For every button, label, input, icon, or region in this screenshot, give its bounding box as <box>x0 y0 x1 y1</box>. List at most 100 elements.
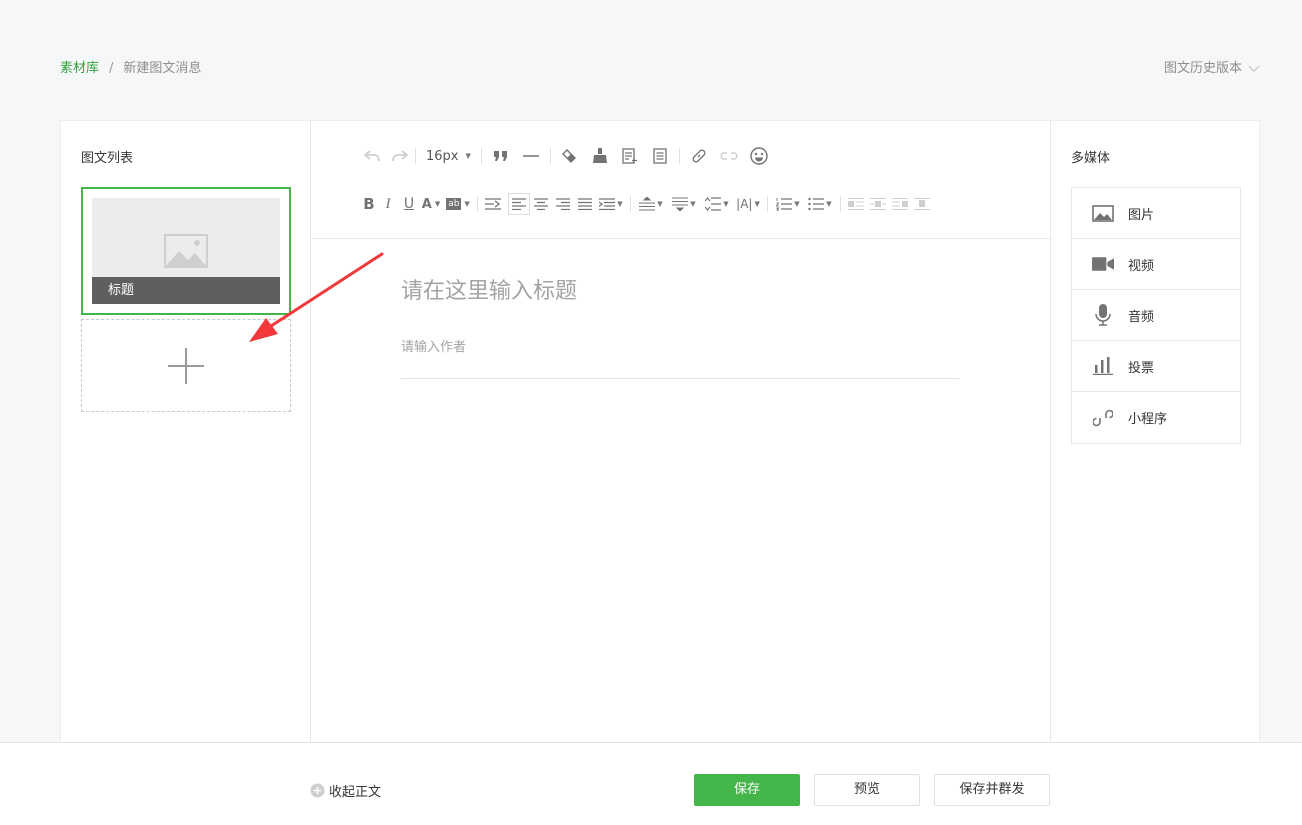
collapse-body-toggle[interactable]: 收起正文 <box>310 781 381 800</box>
letter-spacing-icon[interactable]: |A| ▼ <box>733 193 763 215</box>
article-list-title: 图文列表 <box>81 151 134 166</box>
redo-icon[interactable] <box>389 145 411 167</box>
save-and-send-button[interactable]: 保存并群发 <box>934 774 1050 806</box>
document-icon[interactable] <box>649 145 671 167</box>
media-list: 图片 视频 音频 投票 小程序 <box>1071 187 1241 444</box>
article-title-input[interactable]: 请在这里输入标题 <box>401 273 577 305</box>
line-height-icon[interactable]: ▼ <box>701 193 733 215</box>
unordered-list-icon[interactable]: ▼ <box>804 193 836 215</box>
breadcrumb-library-link[interactable]: 素材库 <box>60 60 99 78</box>
image-icon <box>1092 204 1114 222</box>
background-color-icon[interactable]: ab ▼ <box>443 193 473 215</box>
breadcrumb-current: 新建图文消息 <box>123 61 202 76</box>
history-versions-dropdown[interactable]: 图文历史版本 <box>1164 60 1260 78</box>
history-label: 图文历史版本 <box>1163 61 1242 76</box>
toolbar-divider <box>480 148 482 164</box>
caret-down-icon: ▼ <box>794 200 800 208</box>
image-placeholder-icon <box>164 234 208 268</box>
link-icon[interactable] <box>688 145 710 167</box>
toolbar-row-1: 16px ▼ <box>361 145 774 167</box>
caret-down-icon: ▼ <box>464 200 470 208</box>
article-list-panel: 图文列表 标题 <box>61 121 311 742</box>
caret-down-icon: ▼ <box>465 152 471 160</box>
toolbar-row-2: B I U A ▼ ab ▼ ▼ ▼ ▼ ▼ |A| ▼ ▼ ▼ <box>361 193 933 215</box>
underline-icon[interactable]: U <box>399 193 419 215</box>
breadcrumb-separator: / <box>109 61 114 76</box>
editor-panel: 图文列表 标题 16px ▼ B I U A ▼ ab ▼ ▼ ▼ ▼ ▼ |A… <box>60 120 1260 742</box>
article-card-caption: 标题 <box>92 277 280 304</box>
toolbar-divider <box>549 148 551 164</box>
float-center-icon[interactable] <box>911 193 933 215</box>
author-input[interactable]: 请输入作者 <box>401 336 466 355</box>
float-right-icon[interactable] <box>889 193 911 215</box>
collapse-body-label: 收起正文 <box>329 785 382 800</box>
save-button[interactable]: 保存 <box>694 774 800 806</box>
bold-icon[interactable]: B <box>361 193 377 215</box>
eraser-icon[interactable] <box>559 145 581 167</box>
indent-icon[interactable] <box>482 193 504 215</box>
media-title: 多媒体 <box>1071 151 1111 166</box>
float-none-icon[interactable] <box>867 193 889 215</box>
caret-down-icon: ▼ <box>617 200 623 208</box>
caret-down-icon: ▼ <box>434 200 441 208</box>
chevron-down-icon <box>1248 65 1260 72</box>
ordered-list-icon[interactable]: ▼ <box>772 193 804 215</box>
unlink-icon[interactable] <box>718 145 740 167</box>
blockquote-icon[interactable] <box>490 145 512 167</box>
article-cover: 标题 <box>92 198 280 304</box>
caret-down-icon: ▼ <box>657 200 663 208</box>
add-article-button[interactable] <box>81 319 291 412</box>
caret-down-icon: ▼ <box>754 200 760 208</box>
float-left-icon[interactable] <box>845 193 867 215</box>
space-before-icon[interactable]: ▼ <box>635 193 667 215</box>
content-editor: 16px ▼ B I U A ▼ ab ▼ ▼ ▼ ▼ ▼ |A| ▼ ▼ ▼ … <box>311 121 1050 742</box>
undo-icon[interactable] <box>361 145 383 167</box>
caret-down-icon: ▼ <box>690 200 696 208</box>
align-center-icon[interactable] <box>530 193 552 215</box>
toolbar-divider-line <box>311 238 1050 239</box>
plus-circle-icon <box>310 783 325 798</box>
align-left-icon[interactable] <box>508 193 530 215</box>
toolbar-divider <box>477 196 478 212</box>
caret-down-icon: ▼ <box>826 200 832 208</box>
media-item-label: 小程序 <box>1128 412 1168 427</box>
font-size-select[interactable]: 16px ▼ <box>420 145 477 167</box>
microphone-icon <box>1092 304 1114 326</box>
media-panel: 多媒体 图片 视频 音频 投票 小程序 <box>1050 121 1261 742</box>
media-item-label: 图片 <box>1128 207 1155 223</box>
preview-button[interactable]: 预览 <box>814 774 920 806</box>
media-item-video[interactable]: 视频 <box>1072 239 1240 290</box>
insert-template-icon[interactable] <box>619 145 641 167</box>
align-justify-icon[interactable] <box>574 193 596 215</box>
media-item-audio[interactable]: 音频 <box>1072 290 1240 341</box>
align-right-icon[interactable] <box>552 193 574 215</box>
media-item-label: 投票 <box>1128 360 1155 376</box>
media-item-vote[interactable]: 投票 <box>1072 341 1240 392</box>
format-brush-icon[interactable] <box>589 145 611 167</box>
paragraph-indent-icon[interactable]: ▼ <box>596 193 626 215</box>
plus-icon <box>168 348 204 384</box>
media-item-label: 视频 <box>1128 258 1155 274</box>
toolbar-divider <box>840 196 841 212</box>
space-after-icon[interactable]: ▼ <box>667 193 701 215</box>
vote-chart-icon <box>1092 357 1114 375</box>
toolbar-divider <box>630 196 631 212</box>
toolbar-divider <box>415 148 416 164</box>
mini-program-icon <box>1092 408 1114 428</box>
footer-bar: 收起正文 保存 预览 保存并群发 <box>0 742 1302 825</box>
video-icon <box>1092 257 1114 271</box>
media-item-image[interactable]: 图片 <box>1072 188 1240 239</box>
breadcrumb: 素材库 / 新建图文消息 <box>60 60 201 78</box>
media-item-mini-program[interactable]: 小程序 <box>1072 392 1240 443</box>
italic-icon[interactable]: I <box>377 193 399 215</box>
toolbar-divider <box>678 148 680 164</box>
font-color-icon[interactable]: A ▼ <box>419 193 443 215</box>
font-size-value: 16px <box>426 148 459 164</box>
toolbar-divider <box>767 196 768 212</box>
media-item-label: 音频 <box>1128 309 1155 325</box>
article-card[interactable]: 标题 <box>81 187 291 315</box>
caret-down-icon: ▼ <box>723 200 729 208</box>
horizontal-rule-icon[interactable] <box>520 145 542 167</box>
author-underline <box>401 378 959 379</box>
emoji-icon[interactable] <box>748 145 770 167</box>
